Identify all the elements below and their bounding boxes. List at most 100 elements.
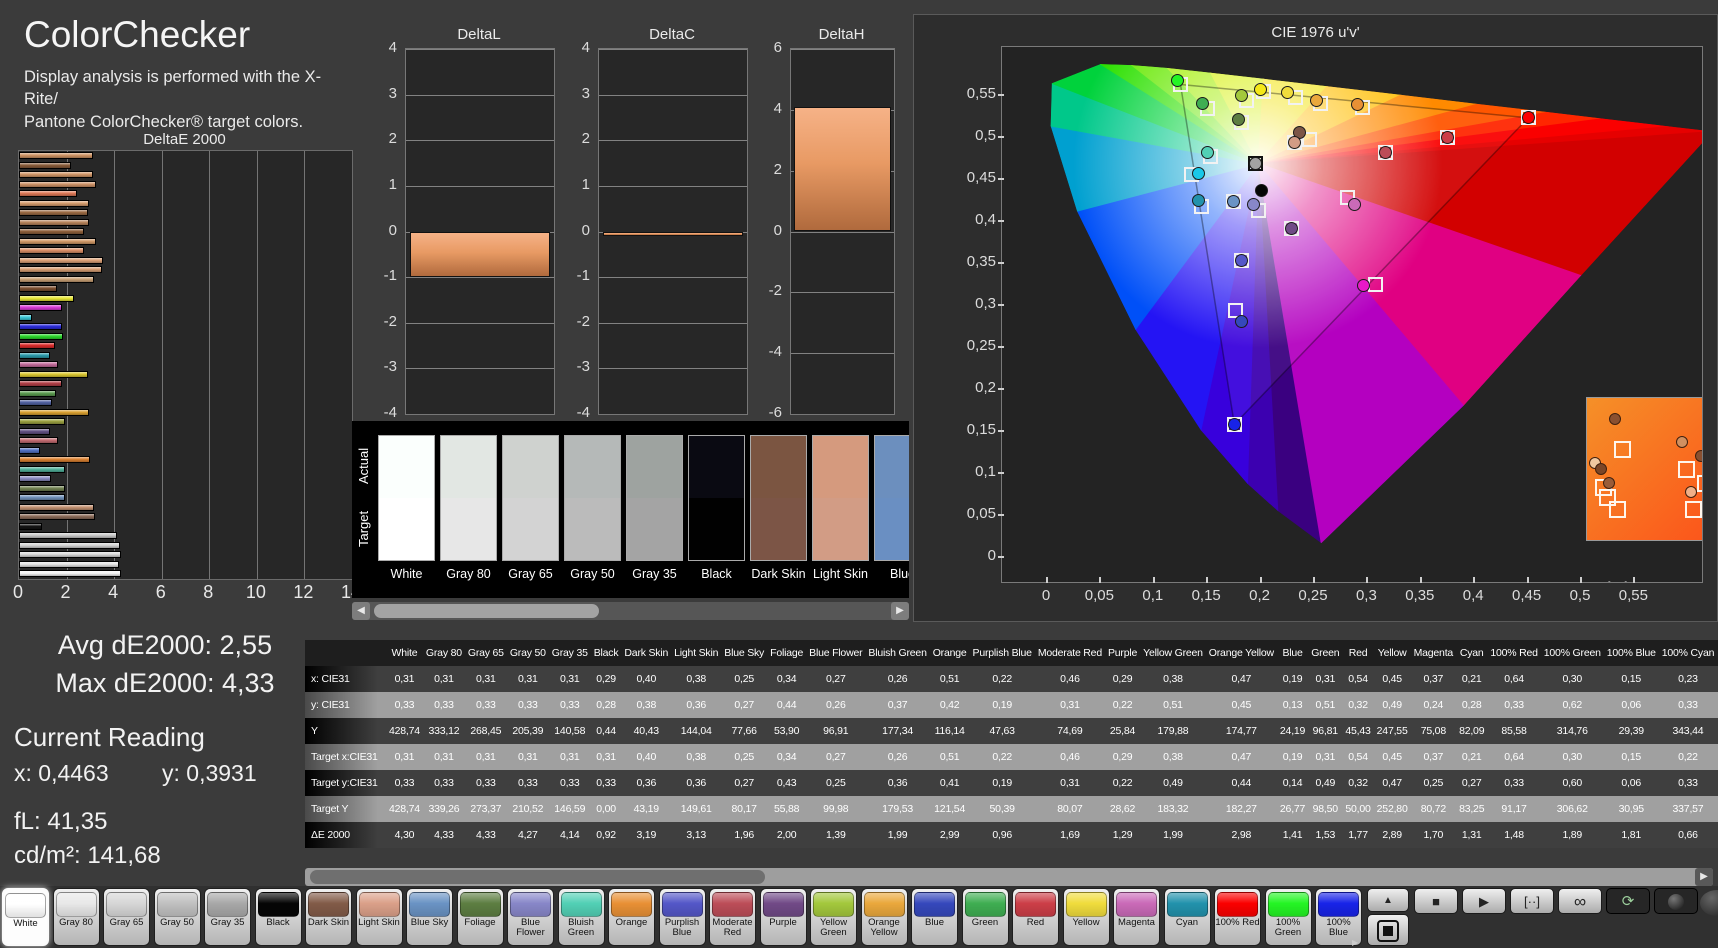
stop-button[interactable]: ■	[1414, 888, 1458, 914]
marker-loop-button[interactable]: [··]	[1510, 888, 1554, 914]
deltae-bar	[19, 551, 122, 559]
table-cell: 0,31	[548, 666, 591, 692]
deltae-bar	[19, 247, 85, 255]
refresh-button[interactable]: ⟳	[1606, 888, 1650, 914]
continuous-button[interactable]: ∞	[1558, 888, 1602, 914]
gridline	[209, 151, 211, 579]
table-cell: 333,12	[422, 718, 465, 744]
table-cell: 96,81	[1308, 718, 1343, 744]
column-header: Cyan	[1456, 640, 1488, 666]
patch-button-orange-yellow[interactable]: Orange Yellow	[860, 888, 908, 946]
table-cell: 0,23	[1658, 666, 1718, 692]
table-cell: 0,33	[1658, 770, 1718, 796]
cie-x-tick	[1419, 577, 1422, 583]
table-cell: 0,31	[506, 744, 549, 770]
square-pattern-icon	[1377, 920, 1399, 942]
patch-button-light-skin[interactable]: Light Skin	[355, 888, 403, 946]
cie-1976-panel: CIE 1976 u'v' RGB Triplet: 217, 140, 94 …	[913, 14, 1718, 622]
patch-button-orange[interactable]: Orange	[608, 888, 655, 946]
cie-x-tick	[1366, 577, 1369, 583]
table-cell: 0,31	[464, 744, 507, 770]
inset-target-point	[1684, 500, 1702, 518]
table-cell: 337,57	[1658, 796, 1718, 822]
table-cell: 0,44	[1205, 770, 1277, 796]
gridline	[599, 277, 747, 279]
swatch-white	[378, 435, 435, 561]
patch-button-black[interactable]: Black	[254, 888, 302, 946]
patch-label: Light Skin	[358, 917, 400, 928]
patch-button-blue-sky[interactable]: Blue Sky	[406, 888, 453, 946]
fl-value: fL: 41,35	[14, 808, 108, 835]
patch-button-moderate-red[interactable]: Moderate Red	[709, 888, 756, 946]
patch-button-100-green[interactable]: 100% Green	[1264, 888, 1312, 946]
scroll-up-button[interactable]: ▲	[1367, 888, 1409, 912]
table-cell: 0,31	[548, 744, 591, 770]
swatch-actual	[875, 436, 909, 498]
y-tick-label: 2	[773, 160, 782, 178]
patch-button-dark-skin[interactable]: Dark Skin	[305, 888, 352, 946]
swatch-panel-scrollbar[interactable]: ◀ ▶	[352, 602, 909, 620]
cie-chromaticity-diagram: RGB Triplet: 217, 140, 94	[1001, 46, 1703, 583]
table-cell: 0,36	[621, 770, 672, 796]
patch-button-white[interactable]: White	[2, 888, 49, 946]
patch-button-gray-65[interactable]: Gray 65	[103, 888, 150, 946]
patch-button-100-red[interactable]: 100% Red	[1214, 888, 1261, 946]
patch-button-red[interactable]: Red	[1012, 888, 1059, 946]
patch-button-bluish-green[interactable]: Bluish Green	[557, 888, 605, 946]
patch-button-cyan[interactable]: Cyan	[1163, 888, 1211, 946]
table-scrollbar-thumb[interactable]	[310, 870, 765, 884]
swatch-target	[751, 498, 806, 560]
swatch-label: White	[390, 567, 423, 581]
patch-color-chip	[813, 892, 854, 917]
table-scrollbar[interactable]: ▶	[305, 868, 1713, 886]
patch-button-green[interactable]: Green	[961, 888, 1009, 946]
table-cell: 0,06	[1603, 692, 1659, 718]
table-cell: 0,51	[929, 744, 970, 770]
table-row: Target y:CIE31 0,33 0,33 0,33 0,33 0,33 0,33 0,…	[305, 770, 1718, 796]
patch-button-gray-80[interactable]: Gray 80	[52, 888, 100, 946]
patch-color-chip	[1015, 892, 1056, 917]
patch-button-blue[interactable]: Blue	[911, 888, 958, 946]
cie-y-tick-label: 0,3	[975, 295, 996, 312]
table-cell: 0,92	[590, 822, 622, 848]
deltae-bar	[19, 484, 66, 492]
patch-button-yellow[interactable]: Yellow	[1062, 888, 1110, 946]
deltae-bar	[19, 266, 103, 274]
patch-button-purple[interactable]: Purple	[759, 888, 807, 946]
sphere-button[interactable]	[1654, 888, 1698, 914]
swatch-light-skin	[812, 435, 869, 561]
table-cell: 0,25	[721, 744, 768, 770]
swatch-scrollbar-thumb[interactable]	[374, 604, 599, 618]
pattern-window-button[interactable]	[1367, 914, 1409, 946]
table-cell: 0,25	[806, 770, 866, 796]
cie-y-tick-label: 0,1	[975, 463, 996, 480]
row-label: ΔE 2000	[305, 822, 386, 848]
patch-button-foliage[interactable]: Foliage	[456, 888, 504, 946]
patch-button-blue-flower[interactable]: Blue Flower	[507, 888, 554, 946]
table-scroll-right-icon[interactable]: ▶	[1695, 868, 1713, 886]
table-cell: 314,76	[1540, 718, 1604, 744]
patch-button-yellow-green[interactable]: Yellow Green	[810, 888, 857, 946]
patch-button-purplish-blue[interactable]: Purplish Blue	[658, 888, 706, 946]
patch-button-gray-35[interactable]: Gray 35	[204, 888, 251, 946]
cie-measured-point	[1441, 130, 1454, 144]
patch-button-magenta[interactable]: Magenta	[1113, 888, 1160, 946]
column-header: Moderate Red	[1034, 640, 1105, 666]
actual-target-swatch-panel: Actual Target White Gray 80 Gray 65 Gray 50 Gr…	[352, 421, 909, 598]
deltae-bar	[19, 418, 66, 426]
patch-label: 100% Blue	[1326, 917, 1351, 938]
cie-x-tick	[1099, 577, 1102, 583]
patch-button-gray-50[interactable]: Gray 50	[153, 888, 201, 946]
play-button[interactable]: ▶	[1462, 888, 1506, 914]
patch-scroll-right-icon[interactable]: ▶	[1352, 938, 1358, 947]
deltal-chart-title: DeltaL	[457, 26, 501, 43]
swatch-actual	[627, 436, 682, 498]
scroll-left-icon[interactable]: ◀	[352, 602, 370, 620]
y-tick-label: -4	[768, 343, 782, 361]
deltae-bar	[19, 171, 93, 179]
cie-y-tick	[998, 472, 1004, 474]
cie-target-point	[1368, 276, 1384, 292]
patch-color-chip	[611, 892, 652, 917]
scroll-right-icon[interactable]: ▶	[891, 602, 909, 620]
inset-measured-point	[1609, 413, 1622, 426]
